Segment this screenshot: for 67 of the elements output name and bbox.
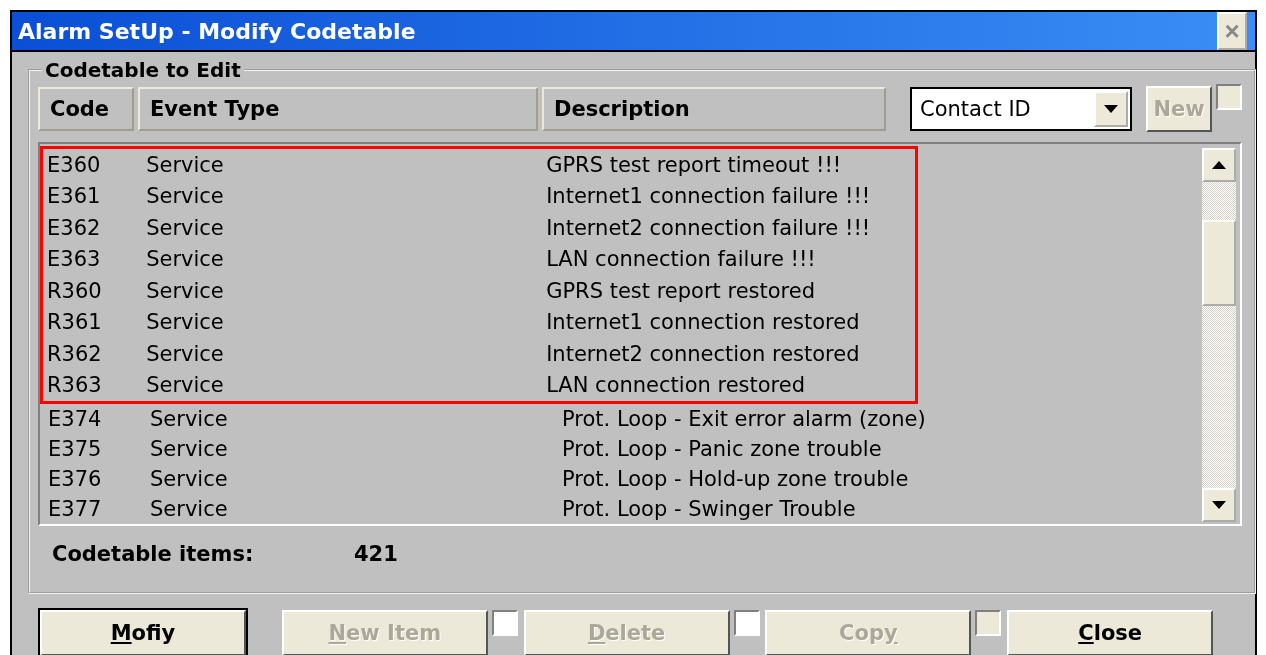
protocol-dropdown[interactable]: Contact ID <box>910 87 1132 131</box>
items-count: 421 <box>354 542 398 566</box>
description-cell-text: Internet1 connection restored <box>545 310 861 335</box>
description-cell-text: LAN connection restored <box>545 373 806 398</box>
table-row[interactable]: E377 Service Prot. Loop - Swinger Trouble <box>44 494 1202 524</box>
scroll-up-button[interactable] <box>1202 148 1236 182</box>
table-row[interactable]: R362 Service Internet2 connection restored <box>43 338 915 370</box>
event-type-cell-text: Service <box>145 278 225 303</box>
description-cell-text: Prot. Loop - Exit error alarm (zone) <box>561 407 927 431</box>
code-cell-text: R363 <box>46 373 103 398</box>
table-row[interactable]: R360 Service GPRS test report restored <box>43 275 915 307</box>
description-cell-text: Prot. Loop - Panic zone trouble <box>561 437 883 461</box>
code-cell-text: R361 <box>46 310 103 335</box>
code-cell-text: E374 <box>47 407 103 431</box>
description-cell-text: GPRS test report timeout !!! <box>545 152 843 177</box>
description-cell-text: LAN connection failure !!! <box>545 247 817 272</box>
table-row[interactable]: E363 Service LAN connection failure !!! <box>43 243 915 275</box>
event-type-cell-text: Service <box>149 467 229 491</box>
up-arrow-icon <box>1212 161 1226 169</box>
caret-icon <box>1104 105 1118 113</box>
column-header[interactable]: Description <box>542 87 886 131</box>
table-row[interactable]: E360 Service GPRS test report timeout !!! <box>43 149 915 181</box>
table-row[interactable]: E374 Service Prot. Loop - Exit error alarm (zone) <box>44 404 1202 434</box>
dropdown-value: Contact ID <box>920 97 1031 121</box>
code-cell-text: R362 <box>46 341 103 366</box>
items-label: Codetable items: <box>52 542 255 566</box>
code-cell-text: R360 <box>46 278 103 303</box>
event-type-cell-text: Service <box>145 152 225 177</box>
event-type-cell-text: Service <box>149 437 229 461</box>
group-title: Codetable to Edit <box>44 58 242 82</box>
scrollbar[interactable] <box>1202 148 1236 522</box>
window-title: Alarm SetUp - Modify Codetable <box>18 18 416 44</box>
event-type-cell-text: Service <box>149 407 229 431</box>
scroll-thumb[interactable] <box>1202 220 1236 306</box>
table-row[interactable]: E361 Service Internet1 connection failure !!! <box>43 180 915 212</box>
description-cell-text: Prot. Loop - Hold-up zone trouble <box>561 467 910 491</box>
event-type-cell-text: Service <box>145 373 225 398</box>
code-cell-text: E360 <box>46 152 102 177</box>
event-type-cell-text: Service <box>145 341 225 366</box>
code-cell-text: E377 <box>47 497 103 521</box>
dialog-button[interactable]: Mofiy <box>40 610 246 655</box>
code-cell-text: E375 <box>47 437 103 461</box>
column-header[interactable]: Code <box>38 87 134 131</box>
description-cell-text: GPRS test report restored <box>545 278 817 303</box>
event-type-cell-text: Service <box>149 497 229 521</box>
down-arrow-icon <box>1212 501 1226 509</box>
code-cell-text: E376 <box>47 467 103 491</box>
description-cell-text: Internet2 connection failure !!! <box>545 215 872 240</box>
column-header[interactable]: Event Type <box>138 87 538 131</box>
table-row[interactable]: E376 Service Prot. Loop - Hold-up zone trouble <box>44 464 1202 494</box>
code-cell-text: E363 <box>46 247 102 272</box>
event-type-cell-text: Service <box>145 215 225 240</box>
code-cell-text: E361 <box>46 184 102 209</box>
description-cell-text: Internet2 connection restored <box>545 341 861 366</box>
description-cell-text: Internet1 connection failure !!! <box>545 184 872 209</box>
description-cell-text: Prot. Loop - Swinger Trouble <box>561 497 857 521</box>
event-type-cell-text: Service <box>145 184 225 209</box>
code-cell-text: E362 <box>46 215 102 240</box>
table-row[interactable]: R361 Service Internet1 connection restored <box>43 306 915 338</box>
dialog-button[interactable]: Close <box>1007 610 1214 655</box>
table-row[interactable]: R363 Service LAN connection restored <box>43 369 915 401</box>
event-type-cell-text: Service <box>145 247 225 272</box>
table-row[interactable]: E362 Service Internet2 connection failure !!! <box>43 212 915 244</box>
dropdown-button[interactable] <box>1094 91 1128 127</box>
table-row[interactable]: E375 Service Prot. Loop - Panic zone trouble <box>44 434 1202 464</box>
event-type-cell-text: Service <box>145 310 225 335</box>
scroll-down-button[interactable] <box>1202 488 1236 522</box>
